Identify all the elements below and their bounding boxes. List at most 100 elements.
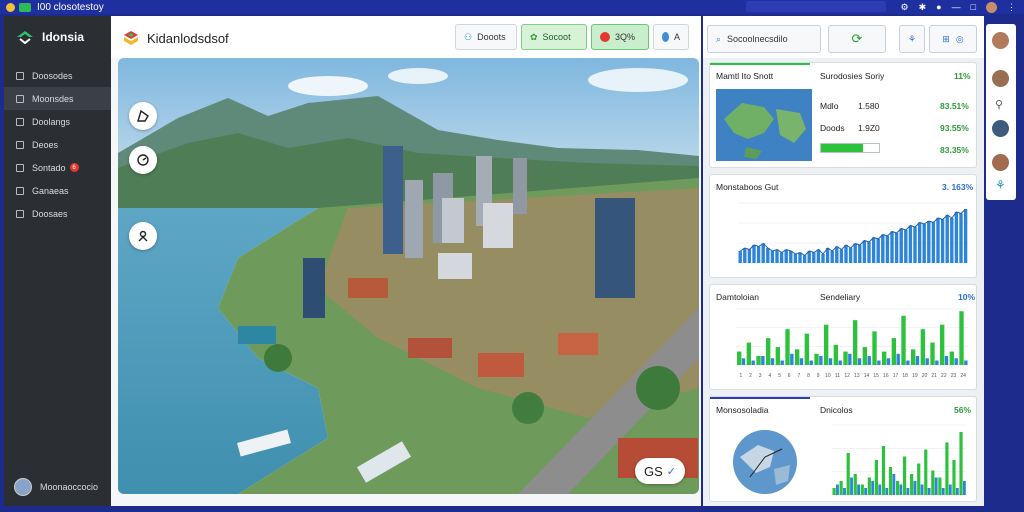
chart-bar (799, 358, 804, 365)
world-map-thumbnail[interactable] (716, 89, 812, 161)
avatar[interactable] (992, 70, 1009, 87)
chart-bar (828, 358, 833, 365)
maximize-icon[interactable]: □ (971, 2, 976, 12)
chart-bar (862, 240, 867, 263)
chart-bar (927, 221, 931, 263)
card-value: 10% (958, 292, 976, 302)
map-shape-button[interactable] (129, 102, 157, 130)
tick-label: 19 (912, 373, 918, 379)
chart-bar (894, 233, 899, 263)
stat-label: Mdlo (820, 101, 839, 111)
chart-bar (908, 225, 913, 263)
search-button[interactable]: ⌕ Socoolnecsdilo (707, 25, 821, 53)
main-header: Kidanlodsdsof ⚇ Dooots ✿ Socoot 3Q% A (111, 16, 701, 58)
distribution-chart[interactable]: 1 2 3 4 5 6 7 8 9 10 11 12 13 14 15 16 17 18 19 20 21 22 23 24 (714, 305, 972, 387)
region-chart[interactable] (828, 419, 968, 501)
tick-label: 13 (854, 373, 860, 379)
sidebar-item-2[interactable]: Doolangs (4, 110, 111, 133)
chart-bar (954, 212, 959, 263)
dooots-button[interactable]: ⚇ Dooots (455, 24, 517, 50)
chart-bar (922, 224, 926, 263)
chart-bar (930, 342, 935, 365)
chart-bar (945, 442, 949, 495)
zoom-control[interactable]: GS ✓ (635, 458, 685, 484)
settings-icon[interactable]: ⚙ (901, 2, 909, 13)
tick-label: 5 (778, 373, 781, 379)
map-person-button[interactable] (129, 222, 157, 250)
chart-bar (959, 213, 963, 263)
card-value: 56% (954, 405, 972, 415)
distribution-card[interactable]: Damtoloian Sendeliary 10% 1 2 3 4 5 6 7 8 9 10 11 1… (709, 284, 977, 390)
percent-button[interactable]: 3Q% (591, 24, 649, 50)
brand[interactable]: Idonsia (4, 16, 111, 44)
globe-chart[interactable] (730, 427, 800, 497)
map-locate-button[interactable] (129, 146, 157, 174)
sidebar-item-6[interactable]: Doosaes (4, 202, 111, 225)
chart-bar (780, 360, 784, 365)
minimize-icon[interactable]: — (952, 2, 961, 12)
sidebar-item-1[interactable]: Moonsdes (4, 87, 111, 110)
a-button[interactable]: A (653, 24, 689, 50)
pin-icon[interactable]: ⚲ (995, 98, 1003, 111)
stat-row: Mdlo 1.580 83.51% (820, 101, 970, 111)
sidebar-nav: Doosodes Moonsdes Doolangs Deoes Sontado 6 Gan… (4, 64, 111, 225)
chart-bar (846, 453, 850, 495)
trend-card[interactable]: Monstaboos Gut 3. 163% (709, 174, 977, 278)
chart-bar (899, 228, 903, 263)
trend-chart[interactable] (714, 197, 972, 277)
chart-bar (962, 481, 966, 495)
chart-bar (872, 331, 877, 365)
sidebar-item-3[interactable]: Deoes (4, 133, 111, 156)
grid-icon: ⊞ (942, 33, 950, 44)
chart-bar (836, 484, 839, 495)
chart-bar (950, 218, 954, 263)
tick-label: 6 (788, 373, 791, 379)
chart-bar (917, 463, 921, 495)
chart-bar (770, 358, 775, 365)
sidebar-item-label: Doosodes (32, 70, 73, 81)
city-map[interactable]: GS ✓ (118, 58, 699, 494)
tick-label: 3 (759, 373, 762, 379)
chart-bar (853, 474, 857, 495)
stat-label: Doods (820, 123, 845, 133)
stat-number: 1.580 (858, 101, 880, 111)
profile-icon[interactable]: ● (936, 2, 941, 12)
card-subtitle: Dnicolos (820, 405, 853, 415)
card-subtitle-value: 11% (954, 71, 971, 81)
avatar[interactable] (992, 154, 1009, 171)
sidebar-item-5[interactable]: Ganaeas (4, 179, 111, 202)
chart-bar (940, 324, 945, 365)
sidebar-item-4[interactable]: Sontado 6 (4, 156, 111, 179)
menu-icon[interactable]: ⋮ (1007, 2, 1016, 13)
refresh-button[interactable]: ⟳ (828, 25, 886, 53)
right-header: ⌕ Socoolnecsdilo ⟳ ⚘ ⊞ ◎ (703, 16, 984, 58)
overview-card[interactable]: Mamtl Ito Snott Surodosies Soriy 11% Mdl… (709, 62, 977, 168)
chart-bar (761, 243, 765, 263)
region-card[interactable]: Monsosoladia Dnicolos 56% (709, 396, 977, 502)
avatar[interactable] (986, 1, 997, 13)
avatar[interactable] (992, 32, 1009, 49)
avatar[interactable] (992, 120, 1009, 137)
top-search-input[interactable] (746, 1, 886, 12)
chart-bar (888, 467, 893, 495)
chart-bar (963, 209, 968, 263)
share-icon[interactable]: ⚘ (995, 178, 1006, 192)
tick-label: 9 (817, 373, 820, 379)
card-accent (710, 397, 810, 399)
chart-bar (838, 360, 842, 365)
gear-icon[interactable]: ✱ (919, 2, 927, 13)
socoot-button[interactable]: ✿ Socoot (521, 24, 587, 50)
chart-bar (891, 338, 897, 365)
chart-bar (766, 248, 770, 263)
chart-bar (751, 360, 755, 365)
chart-bar (816, 249, 821, 263)
view-toggle-button[interactable]: ⊞ ◎ (929, 25, 977, 53)
chart-bar (824, 324, 829, 365)
sidebar-item-0[interactable]: Doosodes (4, 64, 111, 87)
right-panel: ⌕ Socoolnecsdilo ⟳ ⚘ ⊞ ◎ Mamtl Ito Snott… (703, 16, 984, 506)
nav-icon (16, 140, 24, 149)
sidebar-item-label: Sontado (32, 162, 66, 173)
share-button[interactable]: ⚘ (899, 25, 925, 53)
chart-bar (874, 460, 878, 495)
user-profile[interactable]: Moonaoccocio (14, 478, 98, 496)
